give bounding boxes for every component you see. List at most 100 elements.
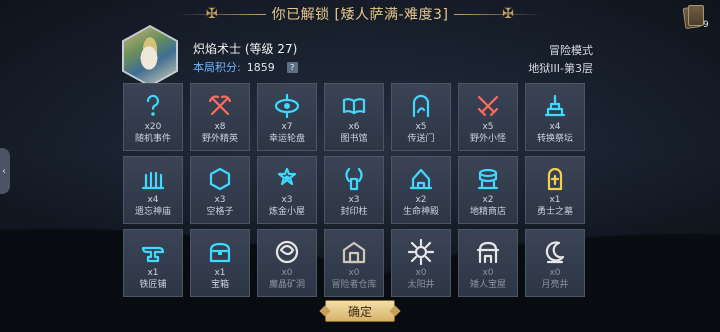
tile-count: x1 bbox=[214, 268, 226, 278]
unlock-tile[interactable]: x2 地精商店 bbox=[458, 156, 518, 224]
sun-well-icon bbox=[406, 237, 436, 267]
altar-icon bbox=[540, 91, 570, 121]
tile-label: 宝箱 bbox=[210, 280, 229, 290]
tile-count: x2 bbox=[415, 195, 427, 205]
unlock-tile[interactable]: x3 炼金小屋 bbox=[257, 156, 317, 224]
tile-count: x5 bbox=[415, 122, 427, 132]
tile-label: 野外精英 bbox=[201, 134, 238, 144]
unlock-grid: x20 随机事件 x8 野外精英 x7 幸运轮盘 x6 图书馆 x5 传送门 x5 野外小怪 x4 转换祭… bbox=[123, 83, 585, 297]
unlock-tile[interactable]: x1 勇士之墓 bbox=[525, 156, 585, 224]
stage-label: 地狱III-第3层 bbox=[528, 62, 593, 75]
unlock-tile[interactable]: x0 太阳井 bbox=[391, 229, 451, 297]
unlock-tile[interactable]: x5 传送门 bbox=[391, 83, 451, 151]
header: ✠ 你已解锁 [矮人萨满-难度3] ✠ bbox=[176, 0, 544, 28]
tile-label: 炼金小屋 bbox=[268, 207, 305, 217]
unlock-tile[interactable]: x0 魔晶矿洞 bbox=[257, 229, 317, 297]
tile-count: x5 bbox=[482, 122, 494, 132]
cards-button[interactable]: 9 bbox=[682, 4, 709, 30]
unlock-tile[interactable]: x3 空格子 bbox=[190, 156, 250, 224]
alchemy-icon bbox=[272, 164, 302, 194]
moon-well-icon bbox=[540, 237, 570, 267]
tomb-icon bbox=[540, 164, 570, 194]
seal-pillar-icon bbox=[339, 164, 369, 194]
ore-mine-icon bbox=[272, 237, 302, 267]
avatar-hair bbox=[136, 46, 162, 76]
game-mode: 冒险模式 bbox=[549, 44, 593, 57]
hero-name: 炽焰术士 (等级 27) bbox=[193, 42, 298, 56]
tile-label: 图书馆 bbox=[340, 134, 368, 144]
unlock-tile[interactable]: x0 月亮井 bbox=[525, 229, 585, 297]
unlock-tile[interactable]: x4 转换祭坛 bbox=[525, 83, 585, 151]
dwarf-vault-icon bbox=[473, 237, 503, 267]
tile-count: x4 bbox=[147, 195, 159, 205]
tile-label: 魔晶矿洞 bbox=[268, 280, 305, 290]
tile-label: 空格子 bbox=[206, 207, 234, 217]
tile-count: x1 bbox=[549, 195, 561, 205]
tile-count: x3 bbox=[214, 195, 226, 205]
tile-count: x0 bbox=[281, 268, 293, 278]
chest-icon bbox=[205, 237, 235, 267]
unlock-tile[interactable]: x1 宝箱 bbox=[190, 229, 250, 297]
score-value: 1859 bbox=[246, 60, 275, 74]
tile-label: 野外小怪 bbox=[469, 134, 506, 144]
crossed-swords-icon bbox=[473, 91, 503, 121]
tile-label: 矮人宝屋 bbox=[469, 280, 506, 290]
unlock-tile[interactable]: x8 野外精英 bbox=[190, 83, 250, 151]
unlock-tile[interactable]: x4 遗忘神庙 bbox=[123, 156, 183, 224]
tile-count: x8 bbox=[214, 122, 226, 132]
tile-count: x0 bbox=[549, 268, 561, 278]
tile-count: x7 bbox=[281, 122, 293, 132]
tile-count: x20 bbox=[144, 122, 162, 132]
tile-count: x0 bbox=[348, 268, 360, 278]
tile-label: 冒险者仓库 bbox=[331, 280, 377, 290]
tile-count: x1 bbox=[147, 268, 159, 278]
warehouse-icon bbox=[339, 237, 369, 267]
tile-label: 地精商店 bbox=[469, 207, 506, 217]
unlock-tile[interactable]: x7 幸运轮盘 bbox=[257, 83, 317, 151]
tile-label: 遗忘神庙 bbox=[134, 207, 171, 217]
unlock-tile[interactable]: x6 图书馆 bbox=[324, 83, 384, 151]
question-icon bbox=[138, 91, 168, 121]
ornament-left-icon: ✠ bbox=[206, 6, 218, 22]
hexagon-icon bbox=[205, 164, 235, 194]
unlock-tile[interactable]: x0 矮人宝屋 bbox=[458, 229, 518, 297]
header-divider-right bbox=[454, 14, 544, 15]
help-icon[interactable]: ? bbox=[286, 61, 298, 73]
score-label: 本局积分: bbox=[193, 61, 241, 74]
temple-icon bbox=[138, 164, 168, 194]
tile-label: 随机事件 bbox=[134, 134, 171, 144]
tile-label: 月亮井 bbox=[541, 280, 569, 290]
unlock-tile[interactable]: x1 铁匠铺 bbox=[123, 229, 183, 297]
crossed-axes-icon bbox=[205, 91, 235, 121]
unlock-tile[interactable]: x3 封印柱 bbox=[324, 156, 384, 224]
tile-label: 太阳井 bbox=[407, 280, 435, 290]
tile-label: 转换祭坛 bbox=[536, 134, 573, 144]
tile-count: x3 bbox=[281, 195, 293, 205]
page-title: 你已解锁 [矮人萨满-难度3] bbox=[271, 7, 449, 23]
side-arrow-icon[interactable]: ‹ bbox=[0, 148, 10, 194]
tile-count: x4 bbox=[549, 122, 561, 132]
tile-count: x0 bbox=[415, 268, 427, 278]
tile-label: 勇士之墓 bbox=[536, 207, 573, 217]
unlock-tile[interactable]: x5 野外小怪 bbox=[458, 83, 518, 151]
tile-label: 生命神殿 bbox=[402, 207, 439, 217]
unlock-tile[interactable]: x20 随机事件 bbox=[123, 83, 183, 151]
tile-label: 封印柱 bbox=[340, 207, 368, 217]
anvil-icon bbox=[138, 237, 168, 267]
unlock-tile[interactable]: x0 冒险者仓库 bbox=[324, 229, 384, 297]
book-icon bbox=[339, 91, 369, 121]
tile-count: x3 bbox=[348, 195, 360, 205]
tile-count: x2 bbox=[482, 195, 494, 205]
portal-icon bbox=[406, 91, 436, 121]
wheel-icon bbox=[272, 91, 302, 121]
header-divider-left bbox=[176, 14, 266, 15]
tile-label: 传送门 bbox=[407, 134, 435, 144]
unlock-tile[interactable]: x2 生命神殿 bbox=[391, 156, 451, 224]
cards-count: 9 bbox=[703, 20, 709, 30]
confirm-button[interactable]: 确定 bbox=[325, 300, 395, 322]
cards-icon bbox=[688, 5, 704, 26]
tile-label: 铁匠铺 bbox=[139, 280, 167, 290]
tile-count: x0 bbox=[482, 268, 494, 278]
shrine-icon bbox=[406, 164, 436, 194]
tile-count: x6 bbox=[348, 122, 360, 132]
